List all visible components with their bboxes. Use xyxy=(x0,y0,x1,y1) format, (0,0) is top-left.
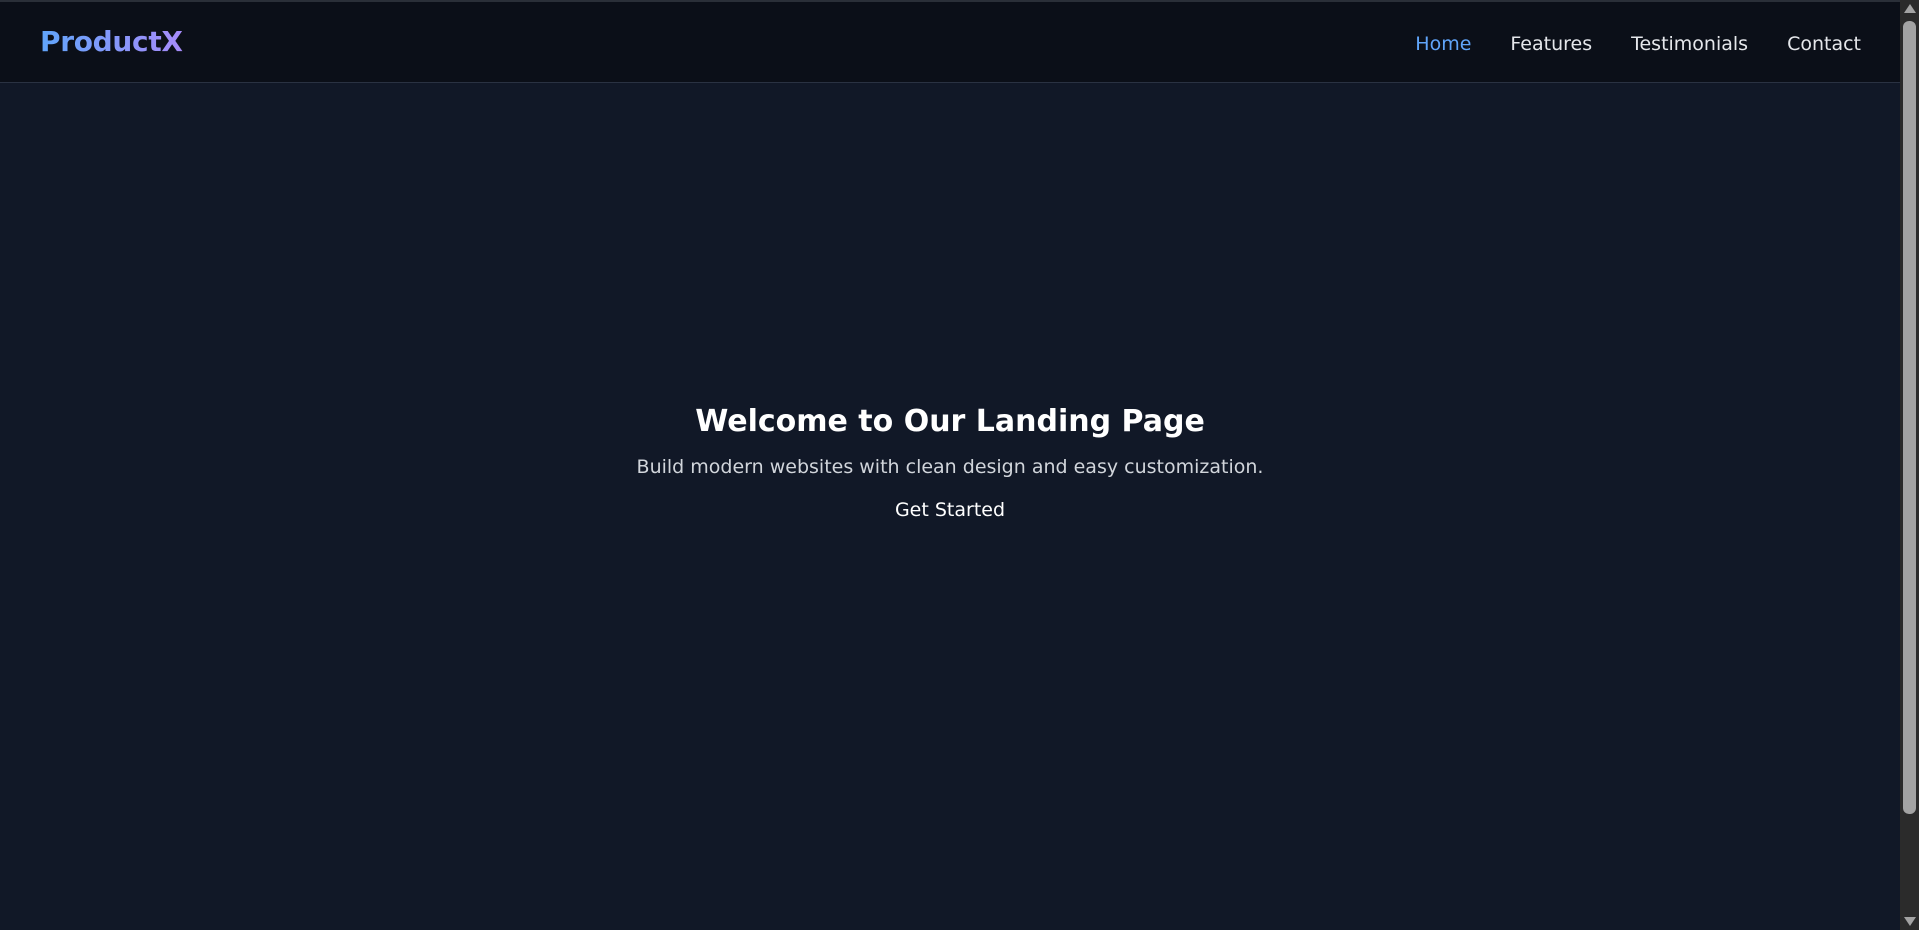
scrollbar-thumb[interactable] xyxy=(1903,21,1916,814)
nav-link-features[interactable]: Features xyxy=(1510,32,1592,56)
nav-link-contact[interactable]: Contact xyxy=(1787,32,1861,56)
get-started-button[interactable]: Get Started xyxy=(895,498,1005,522)
nav-link-testimonials[interactable]: Testimonials xyxy=(1631,32,1748,56)
scroll-up-icon[interactable] xyxy=(1904,4,1916,13)
hero-subtitle: Build modern websites with clean design … xyxy=(636,456,1264,478)
browser-page: ProductX Home Features Testimonials Cont… xyxy=(0,0,1919,930)
page-viewport: ProductX Home Features Testimonials Cont… xyxy=(0,0,1900,930)
nav-link-home[interactable]: Home xyxy=(1415,32,1471,56)
hero-title: Welcome to Our Landing Page xyxy=(695,404,1205,439)
hero-section: Welcome to Our Landing Page Build modern… xyxy=(0,402,1900,522)
vertical-scrollbar[interactable] xyxy=(1900,0,1919,930)
brand-logo[interactable]: ProductX xyxy=(40,25,183,59)
scroll-down-icon[interactable] xyxy=(1904,917,1916,926)
main-nav: Home Features Testimonials Contact xyxy=(1415,32,1861,56)
navbar: ProductX Home Features Testimonials Cont… xyxy=(0,2,1900,83)
